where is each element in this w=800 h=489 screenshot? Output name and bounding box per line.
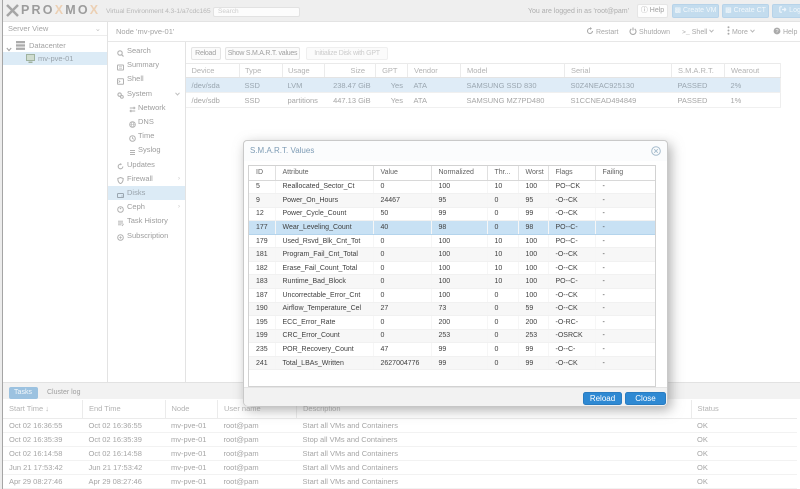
svg-text:?: ? xyxy=(775,29,778,35)
